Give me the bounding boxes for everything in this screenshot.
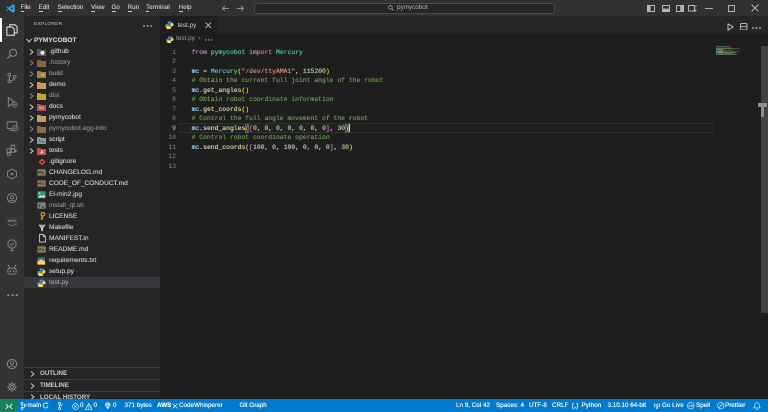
- svg-text:ab: ab: [689, 403, 694, 408]
- svg-text:aws: aws: [7, 219, 17, 224]
